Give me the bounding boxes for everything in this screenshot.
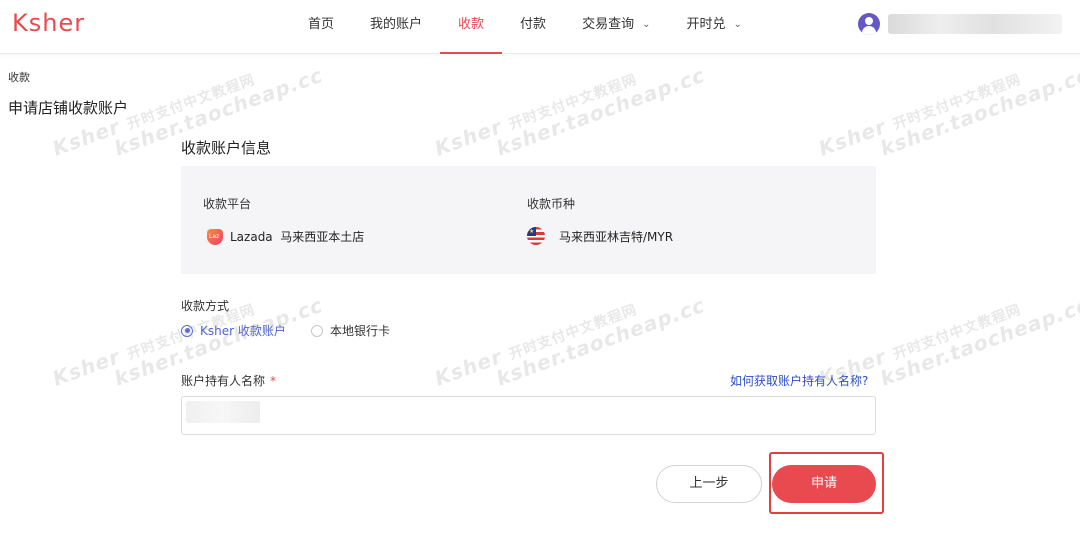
currency-value: ★ 马来西亚林吉特/MYR bbox=[527, 227, 673, 245]
watermark: Ksher 开时支付中文教程网 ksher.taocheap.cc bbox=[431, 62, 709, 161]
nav-item-transactions[interactable]: 交易查询 ⌄ bbox=[564, 0, 668, 54]
nav-label: 我的账户 bbox=[370, 17, 423, 32]
platform-value-text: Lazada 马来西亚本土店 bbox=[230, 230, 365, 244]
user-icon[interactable] bbox=[858, 13, 880, 35]
apply-button[interactable]: 申请 bbox=[772, 465, 876, 503]
account-holder-label: 账户持有人名称 * bbox=[181, 372, 276, 389]
account-holder-label-text: 账户持有人名称 bbox=[181, 374, 266, 388]
chevron-down-icon: ⌄ bbox=[733, 19, 742, 30]
ksher-logo[interactable]: Ksher bbox=[12, 9, 85, 37]
required-mark: * bbox=[270, 374, 277, 388]
nav-label: 付款 bbox=[520, 17, 547, 32]
nav-label: 开时兑 bbox=[686, 17, 726, 32]
nav-item-home[interactable]: 首页 bbox=[290, 0, 352, 54]
radio-label[interactable]: Ksher 收款账户 bbox=[200, 322, 286, 339]
username-redacted[interactable] bbox=[888, 14, 1062, 34]
account-holder-input[interactable] bbox=[181, 396, 876, 435]
lazada-icon: Laz bbox=[205, 228, 225, 245]
chevron-down-icon: ⌄ bbox=[642, 19, 651, 30]
watermark: Ksher 开时支付中文教程网 ksher.taocheap.cc bbox=[49, 292, 327, 391]
radio-checked-icon[interactable] bbox=[181, 324, 193, 337]
nav-item-my-account[interactable]: 我的账户 bbox=[352, 0, 440, 54]
platform-value: Laz Lazada 马来西亚本土店 bbox=[205, 228, 364, 245]
holder-name-help-link[interactable]: 如何获取账户持有人名称? bbox=[730, 372, 868, 389]
nav-label: 交易查询 bbox=[582, 17, 635, 32]
radio-unchecked-icon[interactable] bbox=[311, 324, 323, 337]
redacted-value bbox=[186, 401, 260, 423]
nav-item-pay[interactable]: 付款 bbox=[502, 0, 564, 54]
malaysia-flag-icon: ★ bbox=[527, 227, 545, 245]
watermark: Ksher 开时支付中文教程网 ksher.taocheap.cc bbox=[431, 292, 709, 391]
nav-item-collect[interactable]: 收款 bbox=[440, 0, 503, 54]
previous-step-button[interactable]: 上一步 bbox=[656, 465, 762, 503]
page-title: 申请店铺收款账户 bbox=[8, 99, 129, 117]
radio-local-bank-card[interactable]: 本地银行卡 bbox=[311, 322, 390, 339]
nav-item-exchange[interactable]: 开时兑 ⌄ bbox=[668, 0, 759, 54]
watermark: Ksher 开时支付中文教程网 ksher.taocheap.cc bbox=[815, 292, 1080, 391]
nav-label: 收款 bbox=[458, 17, 485, 32]
nav-label: 首页 bbox=[308, 17, 335, 32]
payment-method-label: 收款方式 bbox=[181, 299, 230, 313]
main-nav: 首页 我的账户 收款 付款 交易查询 ⌄ 开时兑 ⌄ bbox=[290, 0, 760, 54]
platform-label: 收款平台 bbox=[203, 197, 252, 211]
currency-value-text: 马来西亚林吉特/MYR bbox=[559, 229, 674, 244]
radio-label[interactable]: 本地银行卡 bbox=[330, 322, 390, 339]
radio-ksher-account[interactable]: Ksher 收款账户 bbox=[181, 322, 286, 339]
top-header: Ksher 首页 我的账户 收款 付款 交易查询 ⌄ 开时兑 ⌄ bbox=[0, 0, 1080, 54]
breadcrumb[interactable]: 收款 bbox=[8, 69, 30, 85]
watermark: Ksher 开时支付中文教程网 ksher.taocheap.cc bbox=[815, 62, 1080, 161]
section-title: 收款账户信息 bbox=[181, 139, 272, 157]
currency-label: 收款币种 bbox=[527, 197, 576, 211]
account-info-panel: 收款平台 Laz Lazada 马来西亚本土店 收款币种 ★ 马来西亚林吉特/M… bbox=[181, 166, 876, 274]
